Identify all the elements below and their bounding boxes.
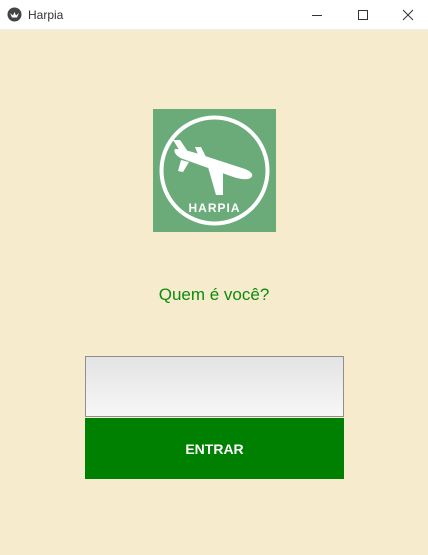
name-input[interactable] bbox=[85, 356, 344, 417]
title-bar: Harpia bbox=[0, 0, 428, 30]
window-title: Harpia bbox=[28, 8, 64, 22]
maximize-icon bbox=[357, 9, 368, 20]
enter-button[interactable]: ENTRAR bbox=[85, 418, 344, 479]
maximize-button[interactable] bbox=[340, 0, 385, 29]
minimize-icon bbox=[311, 14, 322, 16]
harpia-logo: HARPIA bbox=[153, 109, 276, 232]
harpia-app-icon bbox=[7, 7, 22, 22]
minimize-button[interactable] bbox=[294, 0, 339, 29]
logo-text: HARPIA bbox=[188, 201, 241, 215]
login-screen: HARPIA Quem é você? ENTRAR bbox=[0, 30, 428, 555]
close-button[interactable] bbox=[385, 0, 428, 29]
close-icon bbox=[402, 9, 413, 20]
who-are-you-prompt: Quem é você? bbox=[158, 285, 270, 304]
